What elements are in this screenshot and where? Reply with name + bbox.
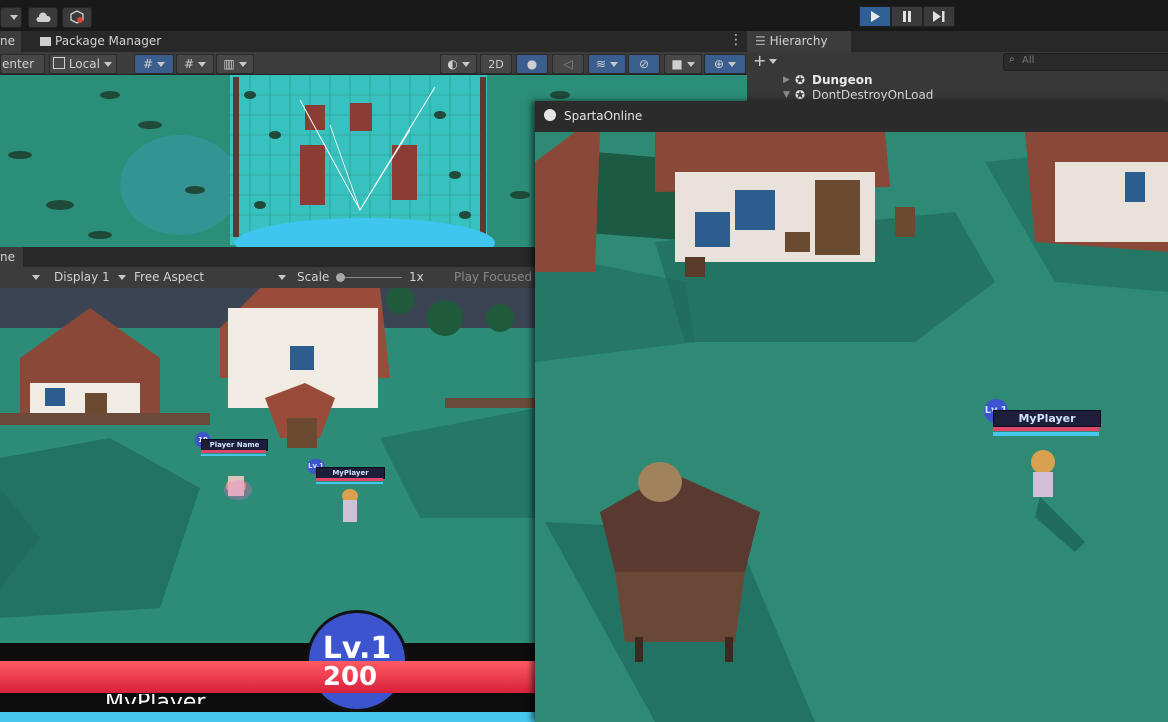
pause-button[interactable] (891, 6, 923, 27)
window-player-nameplate: MyPlayer (993, 410, 1101, 427)
tab-menu-kebab[interactable]: ⋮ (729, 33, 743, 49)
play-button[interactable] (859, 6, 891, 27)
hierarchy-panel: + ⌕ All ▶ ✪ Dungeon ▼ ✪ DontDestroyOnLoa… (747, 52, 1168, 102)
shading-sphere-icon: ◐ (447, 57, 458, 71)
player-name: MyPlayer (332, 469, 369, 477)
player-mp-bar (316, 482, 383, 484)
tab-hierarchy-label: Hierarchy (769, 34, 828, 48)
create-dropdown[interactable]: + (753, 53, 783, 69)
draw-mode-dropdown[interactable]: ◐ (440, 54, 477, 74)
window-title: SpartaOnline (564, 109, 643, 123)
scale-label: Scale (297, 270, 330, 284)
aspect-dropdown[interactable]: Free Aspect (134, 269, 288, 286)
window-player-mp-bar (993, 432, 1099, 436)
hud-hp-bar: 200 (0, 661, 536, 693)
npc-hp-bar (201, 450, 266, 453)
hierarchy-item-label: Dungeon (812, 73, 873, 87)
hidden-objects-toggle[interactable]: ⊘ (628, 54, 660, 74)
lightbulb-icon: ● (526, 57, 538, 71)
play-icon (871, 11, 880, 22)
display-label: Display 1 (54, 270, 110, 284)
ruler-icon: ▥ (223, 57, 235, 71)
game-tabbar: ne (0, 247, 536, 267)
main-toolbar (0, 0, 1168, 32)
expand-arrow-icon[interactable]: ▶ (783, 72, 790, 88)
pause-icon (903, 11, 911, 22)
step-icon (933, 11, 945, 22)
snap-icon: # (184, 57, 195, 71)
play-mode-label: Play Focused (454, 270, 533, 284)
aspect-label: Free Aspect (134, 270, 205, 284)
search-icon: ⌕ (1009, 54, 1015, 65)
window-titlebar[interactable]: SpartaOnline (535, 101, 1168, 132)
tab-scene[interactable]: ne (0, 31, 21, 52)
plus-icon: + (753, 51, 767, 70)
cloud-button[interactable] (28, 7, 58, 28)
audio-toggle[interactable]: ◁ (552, 54, 584, 74)
account-dropdown[interactable] (0, 7, 22, 28)
tab-package-manager-label: Package Manager (55, 34, 162, 48)
scale-value: 1x (409, 270, 424, 284)
player-render[interactable]: Lv.1 MyPlayer (535, 132, 1168, 722)
pivot-dropdown[interactable]: enter (0, 54, 45, 85)
space-dropdown[interactable]: Local (49, 54, 117, 74)
tab-scene-label: ne (0, 34, 15, 48)
lighting-toggle[interactable]: ● (516, 54, 548, 74)
space-label: Local (68, 57, 100, 71)
unity-logo-icon (544, 109, 556, 121)
hierarchy-item-dungeon[interactable]: ▶ ✪ Dungeon (747, 72, 1168, 88)
gizmos-dropdown[interactable]: ⊕ (704, 54, 746, 74)
npc-mp-bar (201, 454, 266, 456)
tab-package-manager[interactable]: Package Manager (32, 31, 170, 52)
game-view[interactable]: 10 Player Name Lv.1 MyPlayer Lv.1 200 My… (0, 288, 536, 722)
tab-game-label: ne (0, 250, 15, 264)
scene-toolbar: enter Local # # ▥ ◐ 2D ● ◁ ≋ ⊘ ■ ⊕ (0, 52, 747, 85)
collab-icon (70, 10, 84, 24)
hud-name-strip: MyPlayer (0, 694, 536, 704)
scene-unity-icon: ✪ (795, 73, 806, 87)
cube-icon (53, 57, 65, 69)
window-player-hp-bar (993, 427, 1099, 431)
player-hp-bar (316, 478, 383, 481)
window-player-name: MyPlayer (1018, 412, 1076, 425)
camera-icon: ■ (671, 57, 683, 71)
hierarchy-search[interactable]: ⌕ All (1003, 53, 1168, 71)
game-view-dropdown[interactable] (0, 269, 44, 286)
pivot-label: enter (2, 57, 35, 71)
mute-icon: ◁ (563, 57, 573, 71)
grid-icon: # (143, 57, 154, 71)
game-toolbar: Display 1 Free Aspect Scale 1x Play Focu… (0, 267, 536, 289)
tab-game[interactable]: ne (0, 247, 23, 267)
hierarchy-list-icon: ☰ (755, 34, 766, 48)
ruler-dropdown[interactable]: ▥ (216, 54, 254, 74)
search-placeholder: All (1022, 55, 1035, 66)
hud-hp-value: 200 (322, 662, 378, 692)
cloud-icon (36, 12, 51, 22)
package-icon (40, 37, 51, 46)
increment-snap-dropdown[interactable]: # (176, 54, 214, 74)
npc-name: Player Name (209, 441, 260, 449)
tab-hierarchy[interactable]: ☰ Hierarchy (747, 31, 851, 52)
effects-icon: ≋ (596, 57, 607, 71)
collab-button[interactable] (62, 7, 92, 28)
hud-name: MyPlayer (105, 694, 205, 704)
hierarchy-tabbar: ☰ Hierarchy (747, 31, 1168, 52)
play-mode-dropdown[interactable]: Play Focused (448, 269, 536, 286)
camera-dropdown[interactable]: ■ (664, 54, 702, 74)
toggle-2d-button[interactable]: 2D (480, 54, 512, 74)
eye-off-icon: ⊘ (638, 57, 650, 71)
display-dropdown[interactable]: Display 1 (54, 269, 128, 286)
grid-snap-toggle[interactable]: # (134, 54, 174, 74)
scale-slider[interactable] (336, 273, 402, 282)
effects-dropdown[interactable]: ≋ (588, 54, 626, 74)
player-window[interactable]: SpartaOnline MyPlayer (535, 101, 1168, 722)
step-button[interactable] (923, 6, 955, 27)
toggle-2d-label: 2D (488, 58, 504, 71)
gizmo-globe-icon: ⊕ (714, 57, 725, 71)
hud-mp-bar (0, 712, 536, 722)
